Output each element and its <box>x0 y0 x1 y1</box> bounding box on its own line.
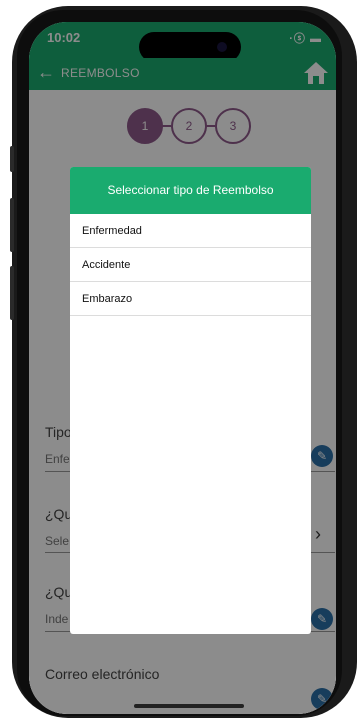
app-screen: 10:02 ·ⓢ ▬ ← REEMBOLSO 1 2 3 Tipo Enfe ✎… <box>29 22 336 714</box>
option-enfermedad[interactable]: Enfermedad <box>70 214 311 248</box>
volume-up-button <box>10 198 14 252</box>
volume-down-button <box>10 266 14 320</box>
side-button <box>10 146 14 172</box>
reimbursement-type-dialog: Seleccionar tipo de Reembolso Enfermedad… <box>70 167 311 634</box>
home-indicator <box>134 704 244 708</box>
dialog-title: Seleccionar tipo de Reembolso <box>70 167 311 214</box>
option-accidente[interactable]: Accidente <box>70 248 311 282</box>
option-embarazo[interactable]: Embarazo <box>70 282 311 316</box>
